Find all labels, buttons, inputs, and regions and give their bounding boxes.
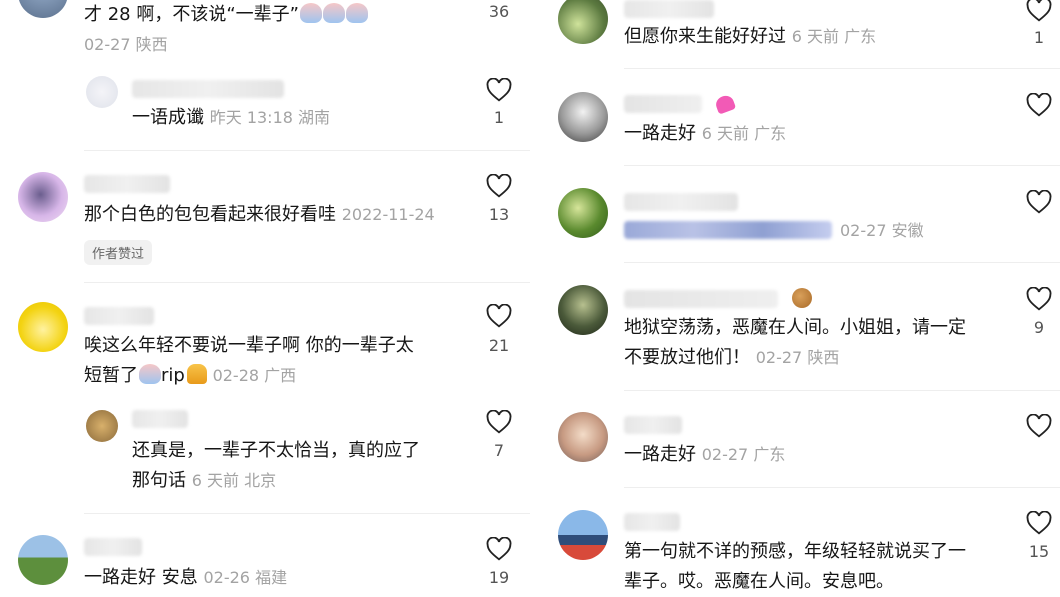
emoji bbox=[323, 3, 345, 23]
blurred-username bbox=[624, 416, 682, 434]
blurred-username bbox=[84, 175, 170, 193]
divider bbox=[84, 513, 530, 514]
blurred-username bbox=[132, 410, 188, 428]
comment-text: 那个白色的包包看起来很好看哇 2022-11-24 bbox=[84, 204, 435, 225]
like-count: 1 bbox=[1033, 28, 1045, 47]
emoji bbox=[346, 3, 368, 23]
heart-outline-icon[interactable] bbox=[486, 304, 512, 328]
heart-outline-icon[interactable] bbox=[486, 537, 512, 561]
divider bbox=[84, 150, 530, 151]
avatar[interactable] bbox=[18, 302, 68, 352]
like-count: 9 bbox=[1033, 318, 1045, 337]
username-row bbox=[624, 285, 812, 308]
like-count: 36 bbox=[488, 2, 510, 21]
blurred-username bbox=[624, 193, 738, 211]
avatar[interactable] bbox=[558, 0, 608, 44]
heart-outline-icon[interactable] bbox=[1026, 93, 1052, 117]
comment-column-right: 但愿你来生能好好过 6 天前 广东 1 一路走好 6 天前 广东 02-27 安… bbox=[540, 0, 1060, 596]
blurred-emoji-text bbox=[624, 221, 832, 239]
heart-outline-icon[interactable] bbox=[1026, 511, 1052, 535]
comment-text: 才 28 啊，不该说“一辈子” bbox=[84, 0, 368, 30]
emoji bbox=[300, 3, 322, 23]
comment-text: 但愿你来生能好好过 6 天前 广东 bbox=[624, 26, 877, 47]
heart-outline-icon[interactable] bbox=[1026, 0, 1052, 22]
heart-outline-icon[interactable] bbox=[486, 174, 512, 198]
heart-outline-icon[interactable] bbox=[1026, 414, 1052, 438]
comment-text-line1: 还真是，一辈子不太恰当，真的应了 bbox=[132, 440, 420, 461]
heart-outline-icon[interactable] bbox=[486, 410, 512, 434]
comment-text-line2: 不要放过他们！ 02-27 陕西 bbox=[624, 347, 840, 368]
like-count: 13 bbox=[488, 205, 510, 224]
divider bbox=[624, 390, 1060, 391]
comment-text: 一路走好 02-27 广东 bbox=[624, 444, 786, 465]
comment-text: 一路走好 安息 02-26 福建 bbox=[84, 567, 288, 588]
avatar[interactable] bbox=[86, 76, 118, 108]
divider bbox=[84, 282, 530, 283]
blurred-username bbox=[132, 80, 284, 98]
like-count: 1 bbox=[493, 108, 505, 127]
avatar[interactable] bbox=[558, 412, 608, 462]
avatar[interactable] bbox=[18, 172, 68, 222]
like-count: 19 bbox=[488, 568, 510, 587]
divider bbox=[624, 165, 1060, 166]
comment-text: 一路走好 6 天前 广东 bbox=[624, 123, 787, 144]
avatar[interactable] bbox=[18, 535, 68, 585]
comment-meta: 02-27 陕西 bbox=[84, 35, 168, 54]
blurred-username bbox=[84, 307, 154, 325]
like-count: 21 bbox=[488, 336, 510, 355]
divider bbox=[624, 68, 1060, 69]
comment-text-line2: 那句话 6 天前 北京 bbox=[132, 470, 277, 491]
author-liked-chip: 作者赞过 bbox=[84, 240, 153, 265]
avatar[interactable] bbox=[86, 410, 118, 442]
avatar[interactable] bbox=[558, 188, 608, 238]
comment-column-left: 才 28 啊，不该说“一辈子” 02-27 陕西 36 一语成谶 昨天 13:1… bbox=[0, 0, 530, 596]
comment-text-line2: 短暂了 rip 02-28 广西 bbox=[84, 364, 297, 386]
heart-outline-icon[interactable] bbox=[1026, 287, 1052, 311]
comment-text-line1: 地狱空荡荡，恶魔在人间。小姐姐，请一定 bbox=[624, 317, 966, 338]
heart-outline-icon[interactable] bbox=[1026, 190, 1052, 214]
pink-heart-emoji bbox=[713, 93, 737, 115]
comment-text: 一语成谶 昨天 13:18 湖南 bbox=[132, 107, 331, 128]
like-count: 7 bbox=[493, 441, 505, 460]
comment-text-line1: 第一句就不详的预感，年级轻轻就说买了一 bbox=[624, 541, 966, 562]
avatar[interactable] bbox=[558, 510, 608, 560]
comment-text: 02-27 安徽 bbox=[624, 216, 924, 246]
divider bbox=[624, 487, 1060, 488]
divider bbox=[624, 262, 1060, 263]
comment-text-line1: 唉这么年轻不要说一辈子啊 你的一辈子太 bbox=[84, 335, 414, 356]
like-count: 15 bbox=[1028, 542, 1050, 561]
blurred-username bbox=[624, 513, 680, 531]
heart-outline-icon[interactable] bbox=[486, 78, 512, 102]
cookie-emoji bbox=[792, 288, 812, 308]
avatar[interactable] bbox=[558, 285, 608, 335]
pray-emoji bbox=[186, 364, 207, 384]
username-row bbox=[624, 90, 737, 115]
avatar[interactable] bbox=[18, 0, 68, 18]
blurred-username bbox=[84, 538, 142, 556]
avatar[interactable] bbox=[558, 92, 608, 142]
blurred-username bbox=[624, 0, 714, 18]
emoji bbox=[139, 364, 161, 384]
comment-text-line2: 辈子。哎。恶魔在人间。安息吧。 bbox=[624, 571, 894, 592]
